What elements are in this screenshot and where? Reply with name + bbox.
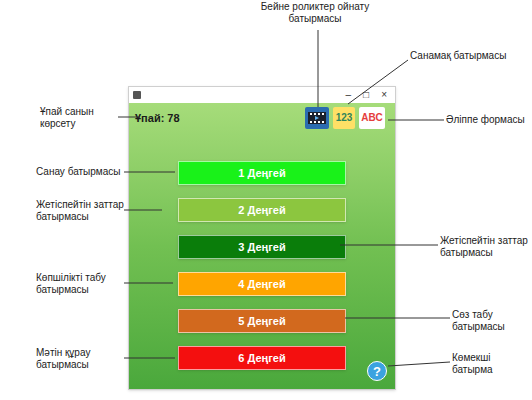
app-window: – □ × Ұпай: 78 123 ABC 1 Деңгей 2 Деңгей 3 Д… <box>128 86 396 390</box>
callout-label: Көмекші батырма <box>452 352 528 376</box>
level-button[interactable]: 4 Деңгей <box>178 272 346 296</box>
level-button[interactable]: 6 Деңгей <box>178 346 346 370</box>
numbers-button[interactable]: 123 <box>333 107 355 129</box>
callout-line <box>124 210 162 211</box>
level-button[interactable]: 3 Деңгей <box>178 235 346 259</box>
level-button[interactable]: 1 Деңгей <box>178 161 346 185</box>
callout-line <box>345 318 450 319</box>
maximize-button[interactable]: □ <box>363 90 369 100</box>
close-button[interactable]: × <box>381 90 387 100</box>
score-label: Ұпай: 78 <box>135 113 180 124</box>
callout-label: Бейне роликтер ойнату батырмасы <box>250 1 380 25</box>
callout-label: Мәтін құрау батырмасы <box>36 347 126 371</box>
app-icon <box>133 91 141 99</box>
callout-line <box>388 120 444 121</box>
film-icon <box>307 110 327 126</box>
callout-line <box>318 30 319 107</box>
help-button[interactable]: ? <box>367 361 387 381</box>
callout-line <box>124 172 175 173</box>
callout-label: Жетіспейтін заттар батырмасы <box>36 199 126 223</box>
callout-line <box>124 283 173 284</box>
level-button[interactable]: 5 Деңгей <box>178 309 346 333</box>
level-button[interactable]: 2 Деңгей <box>178 198 346 222</box>
minimize-button[interactable]: – <box>346 90 352 100</box>
callout-label: Санау батырмасы <box>36 166 126 178</box>
callout-label: Жетіспейтін заттар батырмасы <box>440 235 530 259</box>
callout-line <box>348 60 408 104</box>
callout-line <box>388 362 450 366</box>
callout-label: Сөз табу батырмасы <box>452 309 528 333</box>
callout-label: Әліппе формасы <box>446 114 530 126</box>
callout-label: Санамақ батырмасы <box>410 50 510 62</box>
callout-line <box>124 358 175 359</box>
callout-line <box>340 245 438 246</box>
callout-label: Көпшілікті табу батырмасы <box>36 272 126 296</box>
title-bar: – □ × <box>129 87 395 103</box>
callout-line <box>118 117 140 118</box>
game-menu: Ұпай: 78 123 ABC 1 Деңгей 2 Деңгей 3 Деңге… <box>129 103 395 389</box>
video-button[interactable] <box>305 107 329 129</box>
alphabet-button[interactable]: ABC <box>359 107 385 129</box>
callout-label: Ұпай санын көрсету <box>40 106 122 130</box>
